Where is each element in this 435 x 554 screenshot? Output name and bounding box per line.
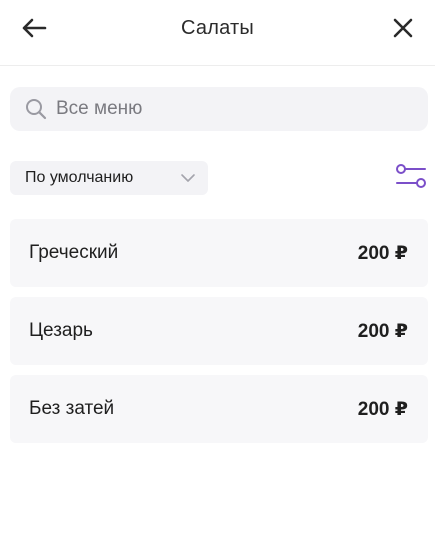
search-bar [10, 87, 428, 131]
sort-dropdown[interactable]: По умолчанию [10, 161, 208, 195]
item-price: 200 ₽ [357, 242, 408, 264]
search-input[interactable] [56, 98, 396, 120]
list-item[interactable]: Цезарь 200 ₽ [10, 297, 428, 365]
item-price: 200 ₽ [357, 320, 408, 342]
item-name: Без затей [29, 398, 115, 419]
salads-screen: Салаты По умолчанию [0, 0, 435, 554]
salad-list: Греческий 200 ₽ Цезарь 200 ₽ Без затей 2… [10, 219, 428, 453]
list-item[interactable]: Без затей 200 ₽ [10, 375, 428, 443]
search-icon [24, 97, 48, 121]
top-bar: Салаты [0, 0, 435, 66]
item-price: 200 ₽ [357, 398, 408, 420]
item-name: Греческий [29, 242, 119, 263]
page-title: Салаты [181, 17, 254, 39]
chevron-down-icon [180, 170, 196, 186]
close-button[interactable] [383, 10, 423, 46]
filter-button[interactable] [393, 158, 429, 194]
list-item[interactable]: Греческий 200 ₽ [10, 219, 428, 287]
close-icon [393, 18, 413, 38]
sort-selected-label: По умолчанию [25, 169, 134, 186]
filter-sliders-icon [396, 164, 426, 188]
item-name: Цезарь [29, 320, 93, 341]
